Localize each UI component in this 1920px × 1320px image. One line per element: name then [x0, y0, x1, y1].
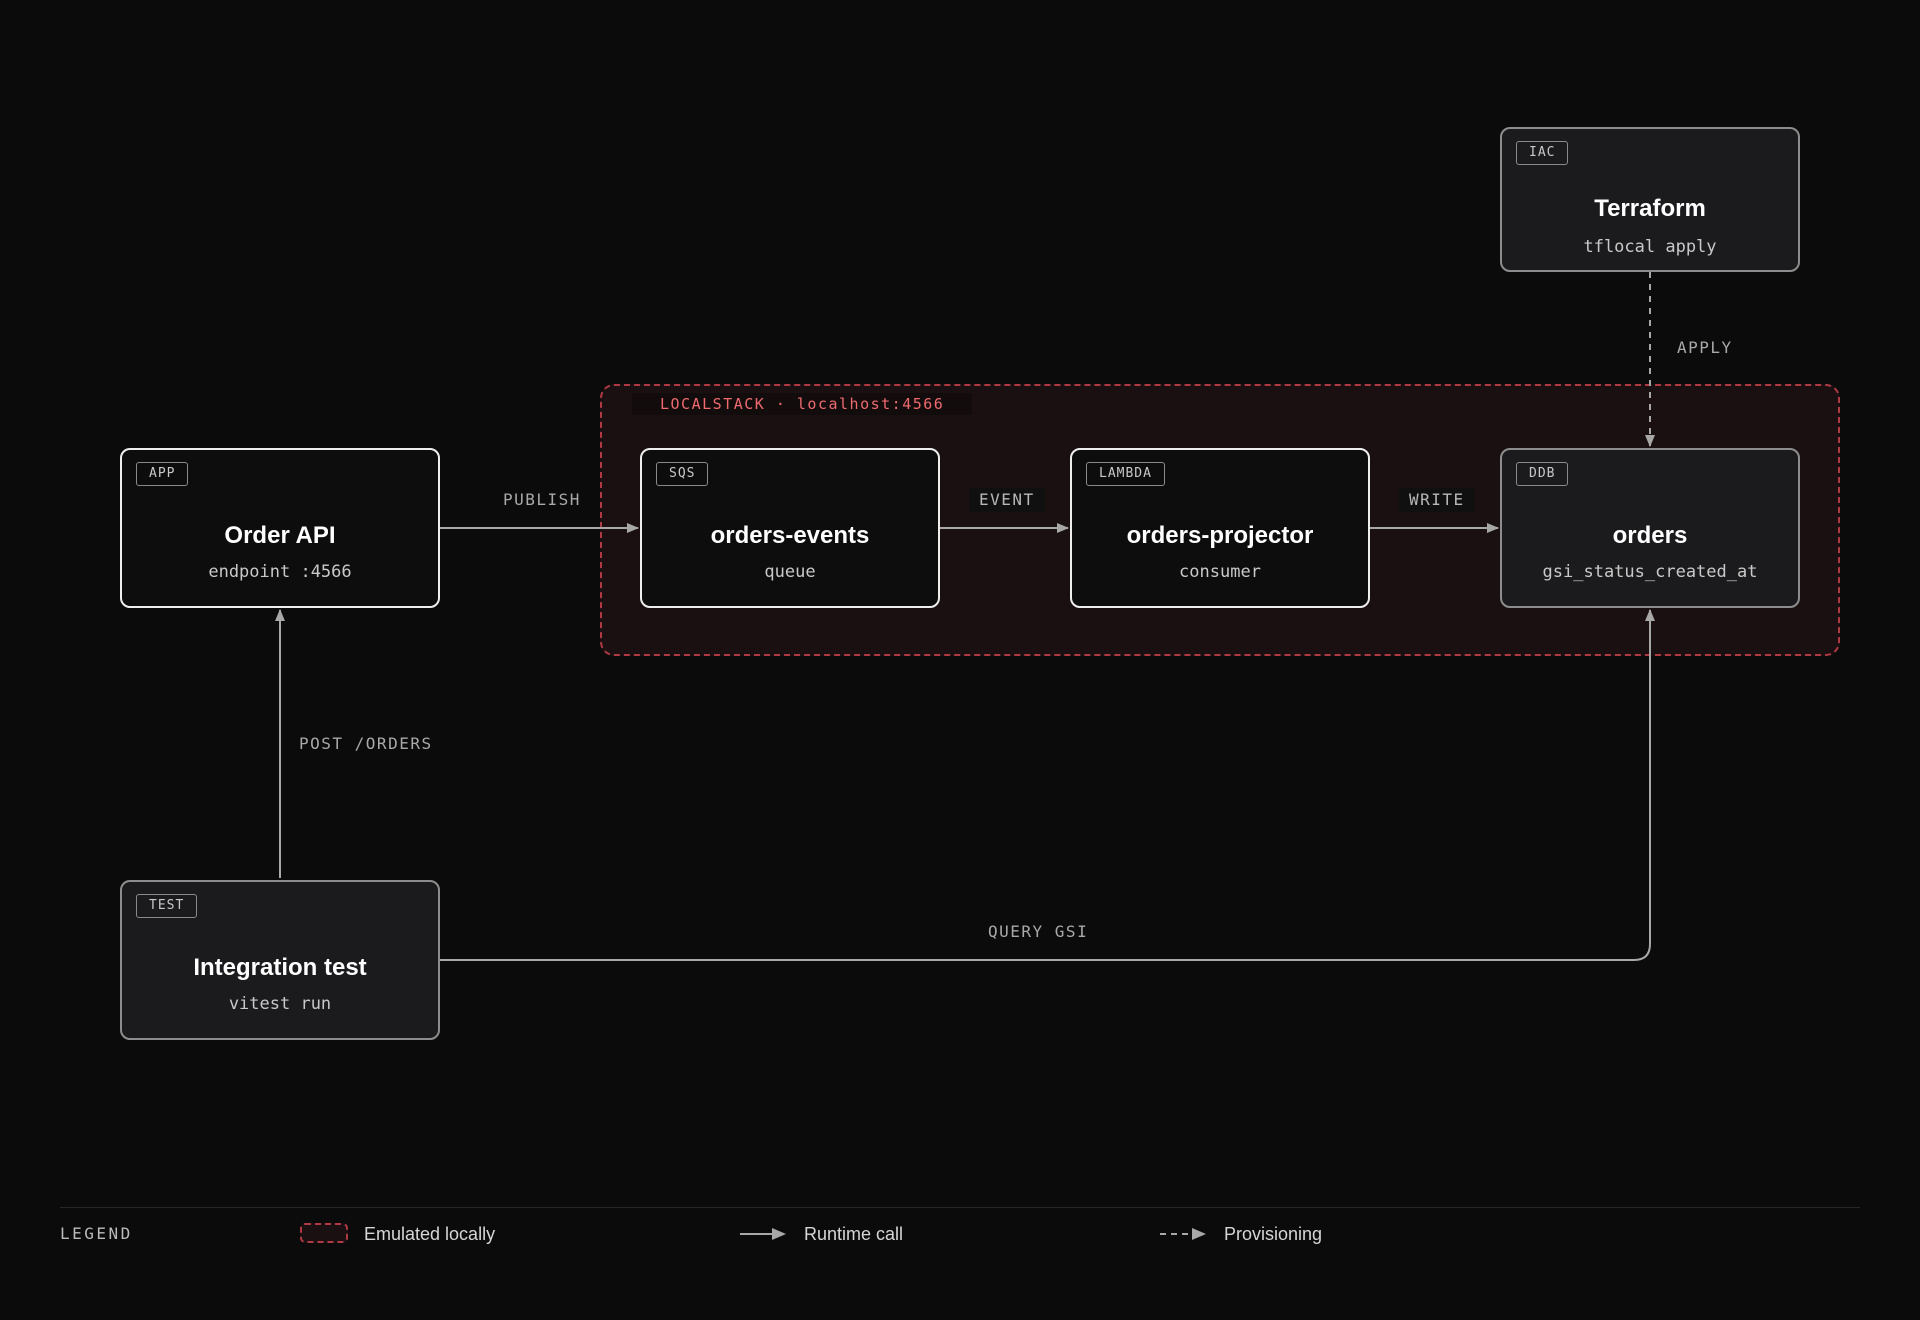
node-tag: IAC	[1516, 141, 1569, 165]
node-tag: APP	[136, 462, 189, 486]
node-title: Terraform	[1594, 195, 1706, 222]
node-title: orders-projector	[1126, 522, 1314, 549]
edge-label-event: EVENT	[969, 488, 1045, 512]
node-subtitle: consumer	[1179, 562, 1261, 582]
legend-provisioning-label: Provisioning	[1224, 1224, 1323, 1244]
node-subtitle: endpoint :4566	[208, 562, 352, 582]
node-title: Integration test	[193, 954, 367, 981]
edge-label-apply: APPLY	[1677, 338, 1733, 357]
legend-emulated-swatch	[300, 1223, 348, 1243]
legend-divider	[60, 1207, 1860, 1208]
node-tag: SQS	[656, 462, 709, 486]
legend-provisioning-arrow-icon	[1160, 1228, 1206, 1240]
legend-runtime-label: Runtime call	[804, 1224, 904, 1244]
edge-label-query-gsi: QUERY GSI	[988, 922, 1089, 941]
node-subtitle: tflocal apply	[1583, 237, 1717, 257]
node-title: orders	[1612, 522, 1688, 549]
edge-label-publish: PUBLISH	[503, 490, 581, 509]
node-tag: LAMBDA	[1086, 462, 1165, 486]
node-subtitle: vitest run	[228, 994, 332, 1014]
node-integration-test[interactable]: TEST Integration test vitest run	[120, 880, 440, 1040]
node-subtitle: queue	[764, 562, 816, 582]
legend-runtime-arrow-icon	[740, 1228, 786, 1240]
node-terraform[interactable]: IAC Terraform tflocal apply	[1500, 127, 1800, 272]
node-order-api[interactable]: APP Order API endpoint :4566	[120, 448, 440, 608]
node-orders-projector[interactable]: LAMBDA orders-projector consumer	[1070, 448, 1370, 608]
edge-label-post-orders: POST /ORDERS	[299, 734, 433, 753]
node-orders-table[interactable]: DDB orders gsi_status_created_at	[1500, 448, 1800, 608]
node-subtitle: gsi_status_created_at	[1542, 562, 1758, 582]
node-orders-events[interactable]: SQS orders-events queue	[640, 448, 940, 608]
node-tag: DDB	[1516, 462, 1569, 486]
node-tag: TEST	[136, 894, 198, 918]
edge-query-gsi	[440, 609, 1655, 961]
legend-emulated-label: Emulated locally	[364, 1224, 496, 1244]
node-title: orders-events	[710, 522, 870, 549]
legend-title: LEGEND	[60, 1224, 133, 1243]
edge-label-write: WRITE	[1399, 488, 1475, 512]
node-title: Order API	[224, 522, 336, 549]
